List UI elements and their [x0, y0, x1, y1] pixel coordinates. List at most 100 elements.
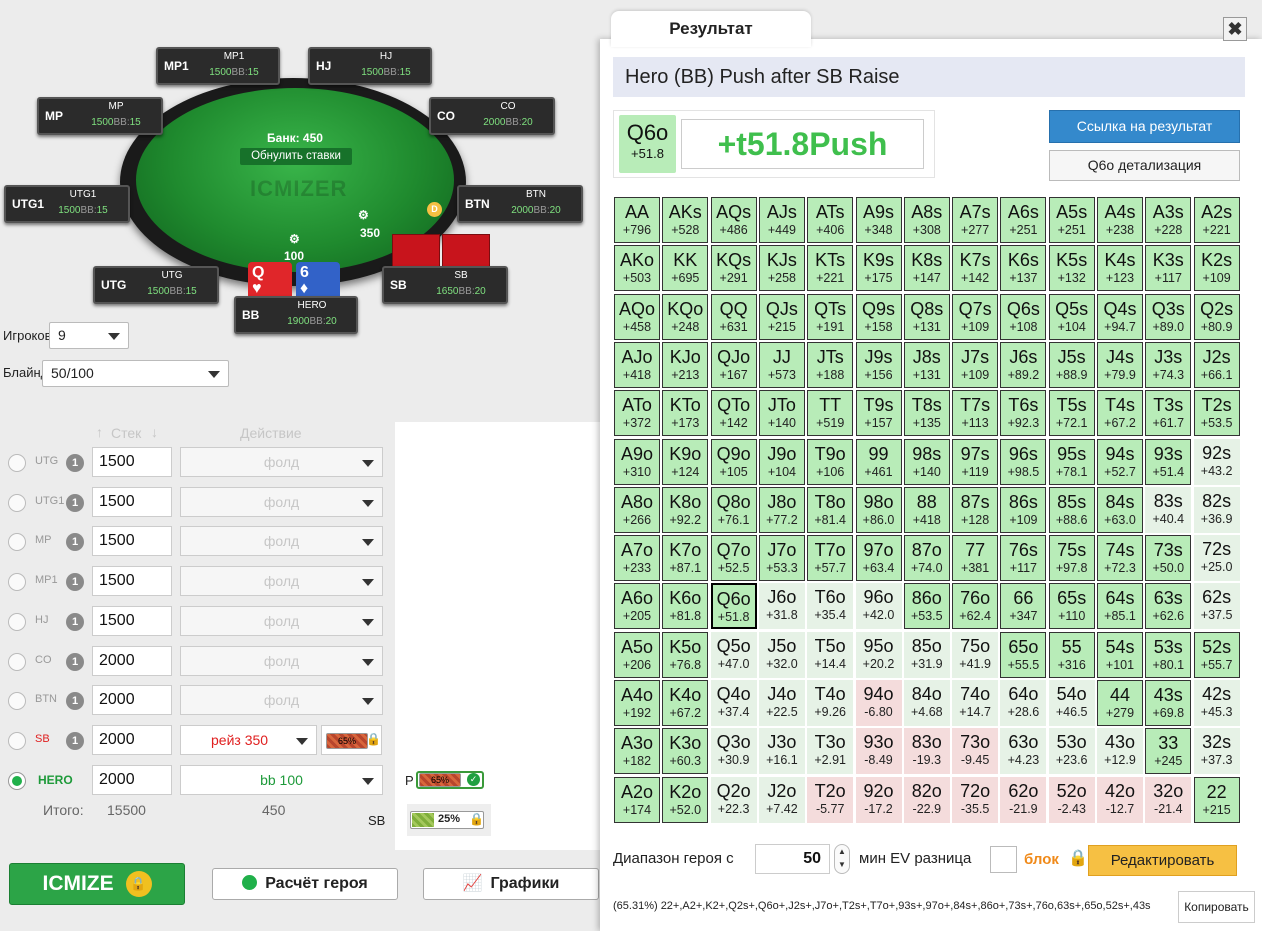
hand-cell[interactable]: J9o +104 [758, 438, 805, 485]
hand-cell[interactable]: ATo +372 [614, 390, 660, 437]
hand-cell[interactable]: J6s +89.2 [1000, 341, 1047, 388]
hand-cell[interactable]: 62s +37.5 [1193, 583, 1240, 630]
hand-cell[interactable]: 62o -21.9 [1000, 776, 1047, 823]
hand-cell[interactable]: A3s +228 [1145, 197, 1192, 243]
hand-cell[interactable]: K4o +67.2 [662, 680, 709, 726]
hand-cell[interactable]: 92s +43.2 [1193, 438, 1240, 485]
hand-cell[interactable]: K3s +117 [1145, 245, 1192, 292]
hand-cell[interactable]: T6s +92.3 [1000, 390, 1047, 437]
hand-cell[interactable]: 55 +316 [1048, 631, 1095, 678]
hand-cell[interactable]: 82o -22.9 [903, 776, 950, 823]
hand-cell[interactable]: A9s +348 [855, 197, 902, 243]
hand-cell[interactable]: T4s +67.2 [1097, 390, 1143, 437]
hand-cell[interactable]: TT +519 [807, 390, 854, 437]
hand-cell[interactable]: K2o +52.0 [662, 776, 709, 823]
hand-cell[interactable]: T5s +72.1 [1048, 390, 1095, 437]
hand-cell[interactable]: T7s +113 [952, 390, 999, 437]
hand-cell[interactable]: J5o +32.0 [758, 631, 805, 678]
hand-cell[interactable]: 66 +347 [1000, 583, 1047, 630]
hand-cell[interactable]: 54o +46.5 [1048, 680, 1095, 726]
hand-cell[interactable]: 52s +55.7 [1193, 631, 1240, 678]
hand-cell[interactable]: 54s +101 [1097, 631, 1143, 678]
hand-cell[interactable]: 85s +88.6 [1048, 486, 1095, 533]
hand-cell[interactable]: AA +796 [614, 197, 660, 243]
hand-cell[interactable]: 22 +215 [1193, 776, 1240, 823]
hand-cell[interactable]: JTo +140 [758, 390, 805, 437]
hand-cell[interactable]: 96s +98.5 [1000, 438, 1047, 485]
hand-cell[interactable]: 87s +128 [952, 486, 999, 533]
edit-button[interactable]: Редактировать [1088, 845, 1237, 876]
hand-cell[interactable]: A7o +233 [614, 535, 660, 582]
player-stack-input[interactable]: 1500 [92, 486, 172, 517]
hand-cell[interactable]: A6o +205 [614, 583, 660, 630]
hand-cell[interactable]: 97o +63.4 [855, 535, 902, 582]
player-radio[interactable] [8, 692, 26, 711]
hand-cell[interactable]: J8o +77.2 [758, 486, 805, 533]
hand-cell[interactable]: KQs +291 [710, 245, 757, 292]
player-stack-input[interactable]: 2000 [92, 724, 172, 755]
player-radio[interactable] [8, 771, 26, 790]
player-stack-input[interactable]: 2000 [92, 764, 172, 795]
hand-cell[interactable]: 64o +28.6 [1000, 680, 1047, 726]
hand-cell[interactable]: K4s +123 [1097, 245, 1143, 292]
hand-cell[interactable]: 73o -9.45 [952, 728, 999, 775]
hand-cell[interactable]: K9s +175 [855, 245, 902, 292]
hand-cell[interactable]: 73s +50.0 [1145, 535, 1192, 582]
hand-cell[interactable]: 84s +63.0 [1097, 486, 1143, 533]
hand-cell[interactable]: KTo +173 [662, 390, 709, 437]
hand-cell[interactable]: QQ +631 [710, 293, 757, 340]
hand-cell[interactable]: 86o +53.5 [903, 583, 950, 630]
hand-cell[interactable]: A3o +182 [614, 728, 660, 775]
hand-cell[interactable]: KQo +248 [662, 293, 709, 340]
hand-cell[interactable]: 93o -8.49 [855, 728, 902, 775]
hand-cell[interactable]: 74o +14.7 [952, 680, 999, 726]
player-action-select[interactable]: фолд [180, 605, 383, 636]
seat-utg[interactable]: UTG UTG 1500BB:15 [93, 266, 219, 304]
hand-cell[interactable]: A5o +206 [614, 631, 660, 678]
hand-cell[interactable]: Q4o +37.4 [710, 680, 757, 726]
hand-cell[interactable]: KTs +221 [807, 245, 854, 292]
hand-cell[interactable]: J8s +131 [903, 341, 950, 388]
hand-cell[interactable]: 76s +117 [1000, 535, 1047, 582]
hand-cell[interactable]: 99 +461 [855, 438, 902, 485]
hero-calc-button[interactable]: Расчёт героя [212, 868, 398, 900]
range-stepper[interactable]: ▲ ▼ [834, 844, 850, 874]
player-stack-input[interactable]: 2000 [92, 645, 172, 676]
seat-bb[interactable]: BB HERO 1900BB:20 [234, 296, 358, 334]
hand-cell[interactable]: JTs +188 [807, 341, 854, 388]
hand-cell[interactable]: 33 +245 [1145, 728, 1192, 775]
hand-cell[interactable]: 98s +140 [903, 438, 950, 485]
players-select[interactable]: 9 [49, 322, 129, 349]
player-radio[interactable] [8, 652, 26, 671]
hand-cell[interactable]: QTo +142 [710, 390, 757, 437]
hand-cell[interactable]: K8o +92.2 [662, 486, 709, 533]
player-radio[interactable] [8, 493, 26, 512]
hand-cell[interactable]: T9s +157 [855, 390, 902, 437]
hand-cell[interactable]: J3o +16.1 [758, 728, 805, 775]
hand-cell[interactable]: 92o -17.2 [855, 776, 902, 823]
hand-cell[interactable]: 82s +36.9 [1193, 486, 1240, 533]
player-stack-input[interactable]: 2000 [92, 685, 172, 716]
hand-cell[interactable]: 77 +381 [952, 535, 999, 582]
hand-cell[interactable]: 83o -19.3 [903, 728, 950, 775]
hand-cell[interactable]: T2o -5.77 [807, 776, 854, 823]
hand-cell[interactable]: Q8s +131 [903, 293, 950, 340]
hand-cell[interactable]: T3o +2.91 [807, 728, 854, 775]
hand-cell[interactable]: 32s +37.3 [1193, 728, 1240, 775]
hand-cell[interactable]: J3s +74.3 [1145, 341, 1192, 388]
hand-cell[interactable]: 53o +23.6 [1048, 728, 1095, 775]
hand-cell[interactable]: A4o +192 [614, 680, 660, 726]
hand-cell[interactable]: 75o +41.9 [952, 631, 999, 678]
reset-bets-button[interactable]: Обнулить ставки [240, 148, 352, 165]
seat-btn[interactable]: BTN BTN 2000BB:20 [457, 185, 583, 223]
hand-cell[interactable]: 93s +51.4 [1145, 438, 1192, 485]
hand-cell[interactable]: Q8o +76.1 [710, 486, 757, 533]
hand-cell[interactable]: 52o -2.43 [1048, 776, 1095, 823]
hand-cell[interactable]: 53s +80.1 [1145, 631, 1192, 678]
hand-cell[interactable]: T3s +61.7 [1145, 390, 1192, 437]
player-action-select[interactable]: фолд [180, 447, 383, 477]
hand-cell[interactable]: J2o +7.42 [758, 776, 805, 823]
hand-cell[interactable]: 76o +62.4 [952, 583, 999, 630]
hand-cell[interactable]: A8s +308 [903, 197, 950, 243]
player-action-select[interactable]: фолд [180, 685, 383, 716]
